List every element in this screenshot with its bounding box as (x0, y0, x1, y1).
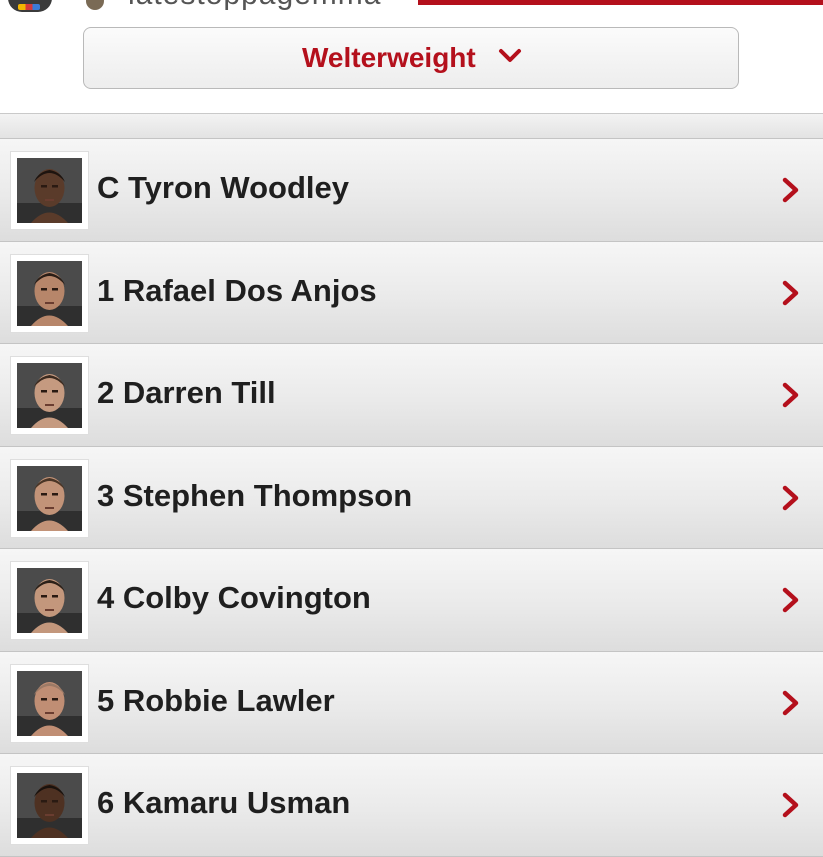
fighter-row[interactable]: 5 Robbie Lawler (0, 651, 823, 754)
list-top-band (0, 114, 823, 139)
fighter-photo (11, 562, 88, 639)
rankings-list: C Tyron Woodley 1 Rafael Dos Anjos 2 Darre… (0, 114, 823, 857)
fighter-row[interactable]: 1 Rafael Dos Anjos (0, 241, 823, 344)
repost-handle: latestoppagemma (128, 0, 381, 12)
division-selector-area: Welterweight (0, 12, 823, 112)
fighter-name: 4 Colby Covington (97, 580, 371, 615)
division-dropdown[interactable]: Welterweight (83, 27, 739, 89)
chevron-right-icon (782, 382, 799, 408)
repost-header: latestoppagemma (0, 0, 823, 12)
chevron-right-icon (782, 792, 799, 818)
fighter-name: 2 Darren Till (97, 375, 276, 410)
fighter-name: 6 Kamaru Usman (97, 785, 351, 820)
top-accent-line (418, 0, 823, 5)
fighter-portrait-icon (17, 363, 82, 428)
fighter-photo (11, 767, 88, 844)
repost-avatar (86, 0, 104, 10)
chevron-right-icon (782, 280, 799, 305)
fighter-portrait-icon (17, 158, 82, 223)
chevron-down-icon (499, 49, 521, 62)
fighter-name: C Tyron Woodley (97, 170, 350, 205)
fighter-portrait-icon (17, 568, 82, 633)
fighter-photo (11, 459, 88, 537)
fighter-name: 1 Rafael Dos Anjos (97, 272, 377, 308)
fighter-portrait-icon (17, 465, 82, 531)
chevron-right-icon (782, 587, 799, 613)
fighter-portrait-icon (17, 260, 82, 326)
fighter-photo (11, 664, 88, 742)
repost-color-icon (18, 4, 40, 10)
fighter-photo (11, 357, 88, 434)
chevron-right-icon (782, 690, 799, 715)
fighter-portrait-icon (17, 773, 82, 838)
fighter-row[interactable]: 2 Darren Till (0, 344, 823, 447)
fighter-row[interactable]: 4 Colby Covington (0, 549, 823, 652)
fighter-photo (11, 152, 88, 229)
fighter-row[interactable]: 3 Stephen Thompson (0, 446, 823, 549)
fighter-photo (11, 254, 88, 332)
fighter-name: 3 Stephen Thompson (97, 477, 413, 513)
chevron-right-icon (782, 177, 799, 203)
fighter-row[interactable]: 6 Kamaru Usman (0, 754, 823, 857)
fighter-name: 5 Robbie Lawler (97, 682, 335, 718)
fighter-portrait-icon (17, 670, 82, 736)
chevron-right-icon (782, 485, 799, 510)
fighter-row[interactable]: C Tyron Woodley (0, 139, 823, 242)
division-dropdown-label: Welterweight (302, 42, 476, 73)
